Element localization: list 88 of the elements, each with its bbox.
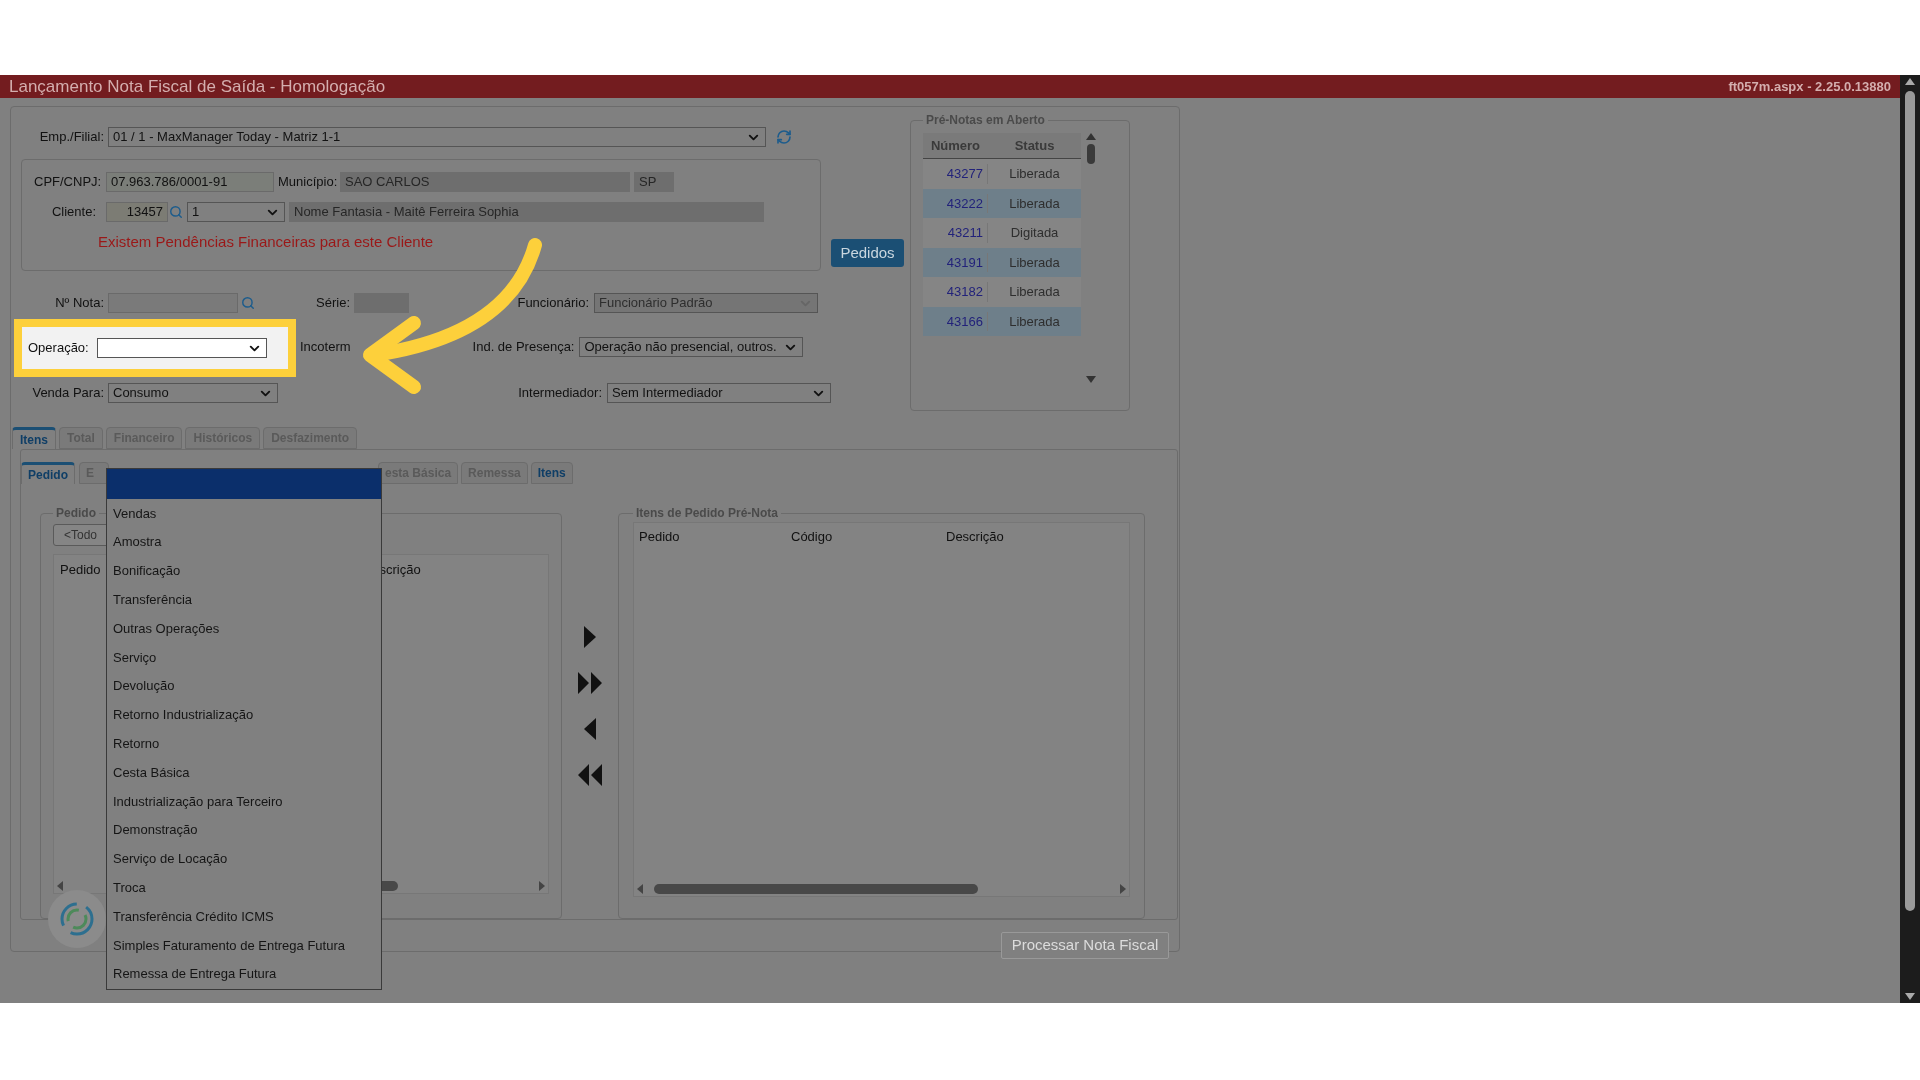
page-scrollbar[interactable] [1900,75,1920,1003]
column-header: scrição [379,561,421,580]
dropdown-option[interactable]: Serviço [107,643,381,672]
table-row[interactable]: 43191 Liberada [923,247,1081,277]
column-header: Descrição [946,528,1004,547]
table-cell: 43277 [923,164,988,184]
text-field[interactable]: SAO CARLOS [340,172,630,192]
text-field[interactable]: SP [634,172,674,192]
column-header: Status [1013,137,1056,155]
move-left-icon[interactable] [583,718,597,740]
move-right-icon[interactable] [583,626,597,648]
dropdown-option[interactable]: Outras Operações [107,614,381,643]
table-cell-text: Liberada [1008,165,1061,183]
field-label: Venda Para: [31,384,104,403]
field-label: Cliente: [50,203,96,222]
column-header: Pedido [60,561,101,580]
table-row[interactable]: 43182 Liberada [923,277,1081,307]
field-label: Incoterm [300,338,351,357]
table-cell: 43191 [923,252,988,272]
text-field[interactable]: 13457 [106,202,168,222]
dropdown-option[interactable]: Transferência Crédito ICMS [107,902,381,931]
dropdown-option[interactable]: Remessa de Entrega Futura [107,959,381,989]
table-row[interactable]: 43222 Liberada [923,188,1081,218]
table-row[interactable]: 43166 Liberada [923,306,1081,336]
text-field[interactable]: 07.963.786/0001-91 [106,172,274,192]
page-title: Lançamento Nota Fiscal de Saída - Homologação [9,75,386,98]
dropdown-option[interactable]: Retorno [107,729,381,759]
table-cell: 43222 [923,193,988,213]
select-field[interactable]: Consumo [108,383,278,403]
version-label: ft057m.aspx - 2.25.0.13880 [1728,77,1891,96]
text-field[interactable]: Nome Fantasia - Maitê Ferreira Sophia [289,202,764,222]
tab[interactable]: Pedido [21,462,75,484]
scrollbar-thumb[interactable] [654,884,978,894]
field-label: Ind. de Presença: [472,338,575,357]
move-all-right-icon[interactable] [577,672,603,694]
scroll-up-icon[interactable] [1905,78,1915,85]
dropdown-option[interactable]: Retorno Industrialização [107,700,381,730]
table-cell-text: Liberada [1008,283,1061,301]
column-header: Número [929,137,982,155]
dropdown-option[interactable]: Devolução [107,671,381,701]
pedidos-button[interactable]: Pedidos [831,239,904,267]
select-field[interactable]: Sem Intermediador [607,383,831,403]
refresh-icon[interactable] [776,129,792,145]
dropdown-option[interactable]: Cesta Básica [107,758,381,787]
scroll-right-icon[interactable] [538,881,546,891]
table-cell-text: Liberada [1008,253,1061,272]
scroll-left-icon[interactable] [56,881,64,891]
dropdown-option[interactable]: Industrialização para Terceiro [107,786,381,816]
scroll-left-icon[interactable] [636,884,644,894]
field-label: Intermediador: [517,384,602,403]
dropdown-option[interactable]: Transferência [107,585,381,615]
field-label: Município: [278,173,336,192]
column-header: Pedido [639,528,681,547]
scrollbar-thumb[interactable] [1087,144,1095,164]
field-label: Emp./Filial: [38,128,104,147]
scroll-up-icon[interactable] [1086,133,1096,140]
tab[interactable]: Itens [530,462,573,484]
move-all-left-icon[interactable] [577,764,603,786]
search-icon[interactable] [169,205,183,219]
select-field[interactable]: 1 [187,202,285,222]
tab[interactable]: Itens [12,427,56,449]
scroll-down-icon[interactable] [1905,993,1915,1000]
search-icon[interactable] [241,296,255,310]
vertical-scrollbar[interactable] [1085,133,1097,383]
dropdown-option[interactable]: Bonificação [107,556,381,586]
table-cell-text: Liberada [1008,194,1061,213]
field-label: Nº Nota: [54,294,104,313]
field-label: Série: [315,294,350,313]
column-header: Código [791,528,834,547]
field-label: Operação: [28,339,89,358]
table-cell: 43182 [923,282,988,302]
scroll-down-icon[interactable] [1086,376,1096,383]
warning-message: Existem Pendências Financeiras para este Cliente [98,232,434,252]
table-row[interactable]: 43277 Liberada [923,159,1081,189]
table-cell: 43211 [923,223,988,243]
dropdown-option[interactable]: Troca [107,873,381,903]
dropdown-option[interactable]: Serviço de Locação [107,844,381,874]
dropdown-option[interactable]: Simples Faturamento de Entrega Futura [107,930,381,960]
dropdown-option[interactable]: Demonstração [107,815,381,845]
operation-select[interactable] [96,338,267,358]
scroll-right-icon[interactable] [1119,884,1127,894]
table-cell-text: Digitada [1009,224,1060,242]
table-cell: 43166 [923,311,988,331]
table-row[interactable]: 43211 Digitada [923,218,1081,248]
select-field[interactable]: Operação não presencial, outros. [579,337,804,357]
field-label: Funcionário: [516,294,589,313]
table-cell-text: Liberada [1008,312,1061,331]
select-field[interactable]: 01 / 1 - MaxManager Today - Matriz 1-1 [108,127,766,147]
